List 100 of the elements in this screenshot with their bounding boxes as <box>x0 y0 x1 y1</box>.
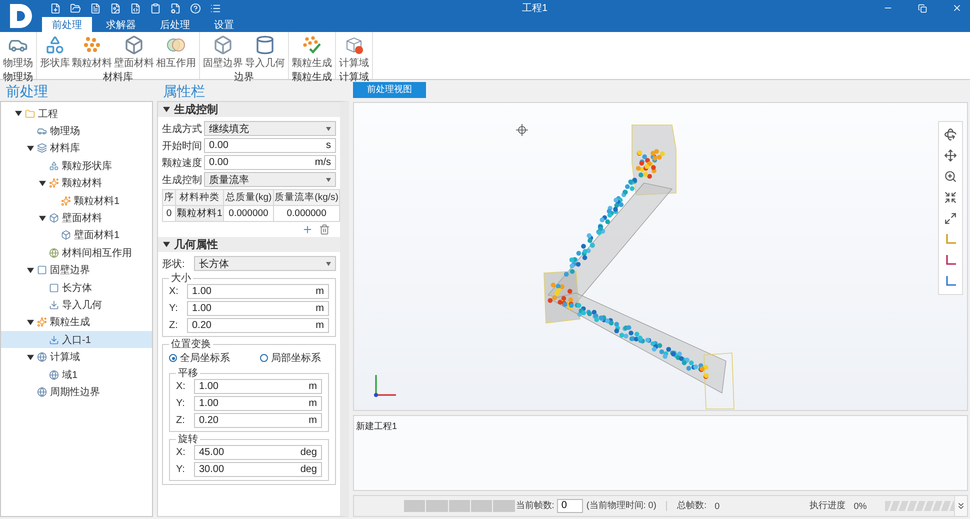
expand-arrow-icon[interactable] <box>39 214 46 222</box>
dropdown[interactable]: 长方体 <box>194 256 336 271</box>
input-field[interactable]: 1.00 m <box>194 396 322 411</box>
field-label: X: <box>176 381 186 392</box>
code-file-icon[interactable] <box>130 2 141 14</box>
sparkle-icon <box>37 317 47 328</box>
table-cell[interactable]: 颗粒材料1 <box>176 206 224 222</box>
image-file-icon[interactable] <box>110 2 121 14</box>
globe-icon <box>37 386 47 397</box>
expand-arrow-icon[interactable] <box>163 106 170 113</box>
zoom-icon[interactable] <box>944 170 957 183</box>
field-label: X: <box>176 447 186 458</box>
tree-item[interactable]: 物理场 <box>1 122 152 140</box>
chevrons-down-icon <box>956 500 966 511</box>
expand-arrow-icon[interactable] <box>27 318 34 326</box>
axis-view-icon[interactable] <box>944 274 957 288</box>
expand-arrow-icon[interactable] <box>39 180 46 187</box>
rotate-icon[interactable] <box>944 128 957 141</box>
input-field[interactable]: 0.20 m <box>194 413 322 428</box>
column-header: 材料种类 <box>176 190 224 206</box>
document-icon[interactable] <box>90 2 101 14</box>
tree-item[interactable]: 颗粒生成 <box>1 314 152 332</box>
ribbon-button[interactable]: 导入几何 <box>244 32 286 70</box>
ribbon-button[interactable]: 颗粒生成 <box>291 32 333 70</box>
folder-icon[interactable] <box>70 2 81 14</box>
ribbon-button[interactable]: 形状库 <box>39 32 71 70</box>
dropdown[interactable]: 继续填充 <box>204 121 336 136</box>
ribbon-tab[interactable]: 后处理 <box>150 17 200 32</box>
shrink-icon[interactable] <box>944 190 957 204</box>
input-field[interactable]: 30.00 deg <box>194 462 322 477</box>
tree-item[interactable]: 壁面材料1 <box>1 226 152 244</box>
field-label: Y: <box>176 398 186 409</box>
input-field[interactable]: 0.00 s <box>204 138 336 153</box>
move-icon[interactable] <box>944 148 957 162</box>
ribbon-group-label: 材料库 <box>103 70 133 84</box>
input-field[interactable]: 1.00 m <box>187 301 329 316</box>
square-icon <box>37 265 47 276</box>
file-settings-icon[interactable] <box>170 2 181 14</box>
particles-check-icon <box>302 35 322 55</box>
tree-item[interactable]: 材料间相互作用 <box>1 244 152 262</box>
section-header[interactable]: 几何属性 <box>158 237 340 252</box>
help-icon[interactable] <box>190 2 201 14</box>
square-icon <box>49 282 59 293</box>
tree-item[interactable]: 颗粒材料 <box>1 174 152 192</box>
radio-option[interactable]: 全局坐标系 <box>169 351 230 365</box>
axis-view-icon[interactable] <box>944 232 957 246</box>
ribbon-button[interactable]: 颗粒材料 <box>71 32 113 70</box>
axis-view-icon[interactable] <box>944 254 957 267</box>
list-icon[interactable] <box>210 2 221 14</box>
layers-icon <box>37 143 47 154</box>
tree-item[interactable]: 长方体 <box>1 278 152 296</box>
expand-icon[interactable] <box>944 212 957 225</box>
ribbon-tab[interactable]: 设置 <box>204 17 244 32</box>
tree-item[interactable]: 周期性边界 <box>1 383 152 401</box>
expand-arrow-icon[interactable] <box>163 241 170 248</box>
expand-arrow-icon[interactable] <box>27 266 34 274</box>
input-field[interactable]: 1.00 m <box>187 284 329 299</box>
input-field[interactable]: 1.00 m <box>194 379 322 394</box>
ribbon-tab[interactable]: 前处理 <box>42 17 92 32</box>
cube-icon <box>49 213 59 224</box>
input-field[interactable]: 0.20 m <box>187 318 329 333</box>
view-tab[interactable]: 前处理视图 <box>353 82 426 98</box>
dropdown[interactable]: 质量流率 <box>204 172 336 187</box>
field-label: 颗粒速度 <box>162 156 202 170</box>
folder-icon <box>25 108 35 119</box>
tree-item[interactable]: 颗粒材料1 <box>1 192 152 210</box>
ribbon-button[interactable]: 计算域 <box>338 32 370 70</box>
tree-item[interactable]: 域1 <box>1 366 152 384</box>
delete-icon[interactable] <box>319 224 330 235</box>
tree-item[interactable]: 材料库 <box>1 140 152 158</box>
section-header[interactable]: 生成控制 <box>158 102 340 117</box>
radio-option[interactable]: 局部坐标系 <box>260 351 321 365</box>
ribbon-button[interactable]: 壁面材料 <box>113 32 155 70</box>
logo-icon <box>8 2 34 30</box>
tree-item[interactable]: 计算域 <box>1 348 152 366</box>
expand-arrow-icon[interactable] <box>27 144 34 152</box>
total-label: 总帧数: <box>677 499 707 512</box>
tree-item[interactable]: 壁面材料 <box>1 209 152 227</box>
ribbon-group-label: 物理场 <box>3 71 33 84</box>
expand-arrow-icon[interactable] <box>15 110 22 118</box>
download-icon <box>49 300 59 310</box>
tree-item[interactable]: 颗粒形状库 <box>1 157 152 175</box>
tree-item[interactable]: 工程 <box>1 105 152 122</box>
ribbon-tab[interactable]: 求解器 <box>96 17 146 32</box>
input-field[interactable]: 45.00 deg <box>194 445 322 460</box>
expand-arrow-icon[interactable] <box>27 354 34 361</box>
ribbon-button[interactable]: 固壁边界 <box>202 32 244 70</box>
clipboard-icon[interactable] <box>150 2 161 14</box>
ribbon-button[interactable]: 相互作用 <box>155 32 197 70</box>
tree-item[interactable]: 导入几何 <box>1 296 152 314</box>
input-field[interactable]: 0.00 m/s <box>204 155 336 170</box>
field-label: X: <box>169 286 180 297</box>
add-icon[interactable] <box>302 224 313 235</box>
ribbon-button[interactable]: 物理场 <box>2 32 34 70</box>
tree-item[interactable]: 入口-1 <box>1 331 152 348</box>
tree-item[interactable]: 固壁边界 <box>1 262 152 279</box>
new-file-icon[interactable] <box>50 2 61 14</box>
collapse-button[interactable] <box>954 496 968 516</box>
frame-input[interactable]: 0 <box>557 498 584 513</box>
table-cell: 0.000000 <box>224 206 274 222</box>
